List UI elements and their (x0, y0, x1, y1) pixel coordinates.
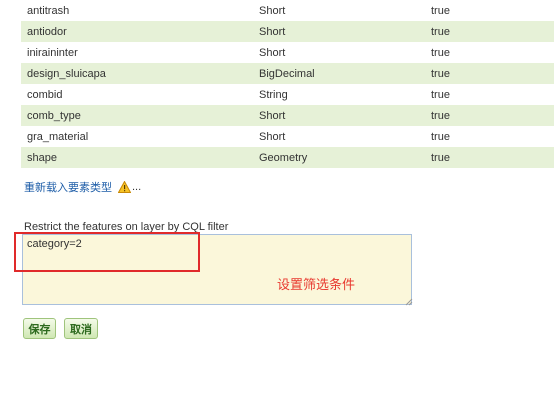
table-row: design_sluicapa BigDecimal true (21, 63, 554, 84)
attribute-type: Short (253, 105, 425, 126)
attribute-type: Short (253, 126, 425, 147)
attribute-table: antitrash Short true antiodor Short true… (21, 0, 554, 168)
attribute-name: gra_material (21, 126, 253, 147)
attribute-name: comb_type (21, 105, 253, 126)
attribute-name: iniraininter (21, 42, 253, 63)
table-row: comb_type Short true (21, 105, 554, 126)
attribute-nillable: true (425, 126, 554, 147)
attribute-nillable: true (425, 21, 554, 42)
attribute-nillable: true (425, 42, 554, 63)
table-row: antiodor Short true (21, 21, 554, 42)
attribute-type: String (253, 84, 425, 105)
attribute-name: antitrash (21, 0, 253, 21)
annotation-label: 设置筛选条件 (277, 277, 356, 292)
attribute-type: Geometry (253, 147, 425, 168)
attribute-name: combid (21, 84, 253, 105)
table-row: antitrash Short true (21, 0, 554, 21)
reload-ellipsis: ... (132, 181, 142, 193)
attribute-nillable: true (425, 63, 554, 84)
table-row: shape Geometry true (21, 147, 554, 168)
textarea-resize-grip[interactable] (405, 297, 413, 306)
attribute-type: Short (253, 21, 425, 42)
attribute-nillable: true (425, 105, 554, 126)
attribute-type: Short (253, 0, 425, 21)
cancel-button[interactable]: 取消 (64, 318, 98, 339)
attribute-nillable: true (425, 147, 554, 168)
reload-feature-type-row: 重新载入要素类型 ... (24, 180, 141, 194)
reload-feature-type-link[interactable]: 重新载入要素类型 (24, 179, 112, 195)
table-row: iniraininter Short true (21, 42, 554, 63)
attribute-nillable: true (425, 84, 554, 105)
attribute-name: antiodor (21, 21, 253, 42)
attribute-nillable: true (425, 0, 554, 21)
table-row: combid String true (21, 84, 554, 105)
attribute-name: shape (21, 147, 253, 168)
table-row: gra_material Short true (21, 126, 554, 147)
highlight-box (14, 232, 200, 272)
save-button[interactable]: 保存 (23, 318, 56, 339)
attribute-type: Short (253, 42, 425, 63)
attribute-name: design_sluicapa (21, 63, 253, 84)
attribute-type: BigDecimal (253, 63, 425, 84)
warning-icon (117, 180, 132, 193)
